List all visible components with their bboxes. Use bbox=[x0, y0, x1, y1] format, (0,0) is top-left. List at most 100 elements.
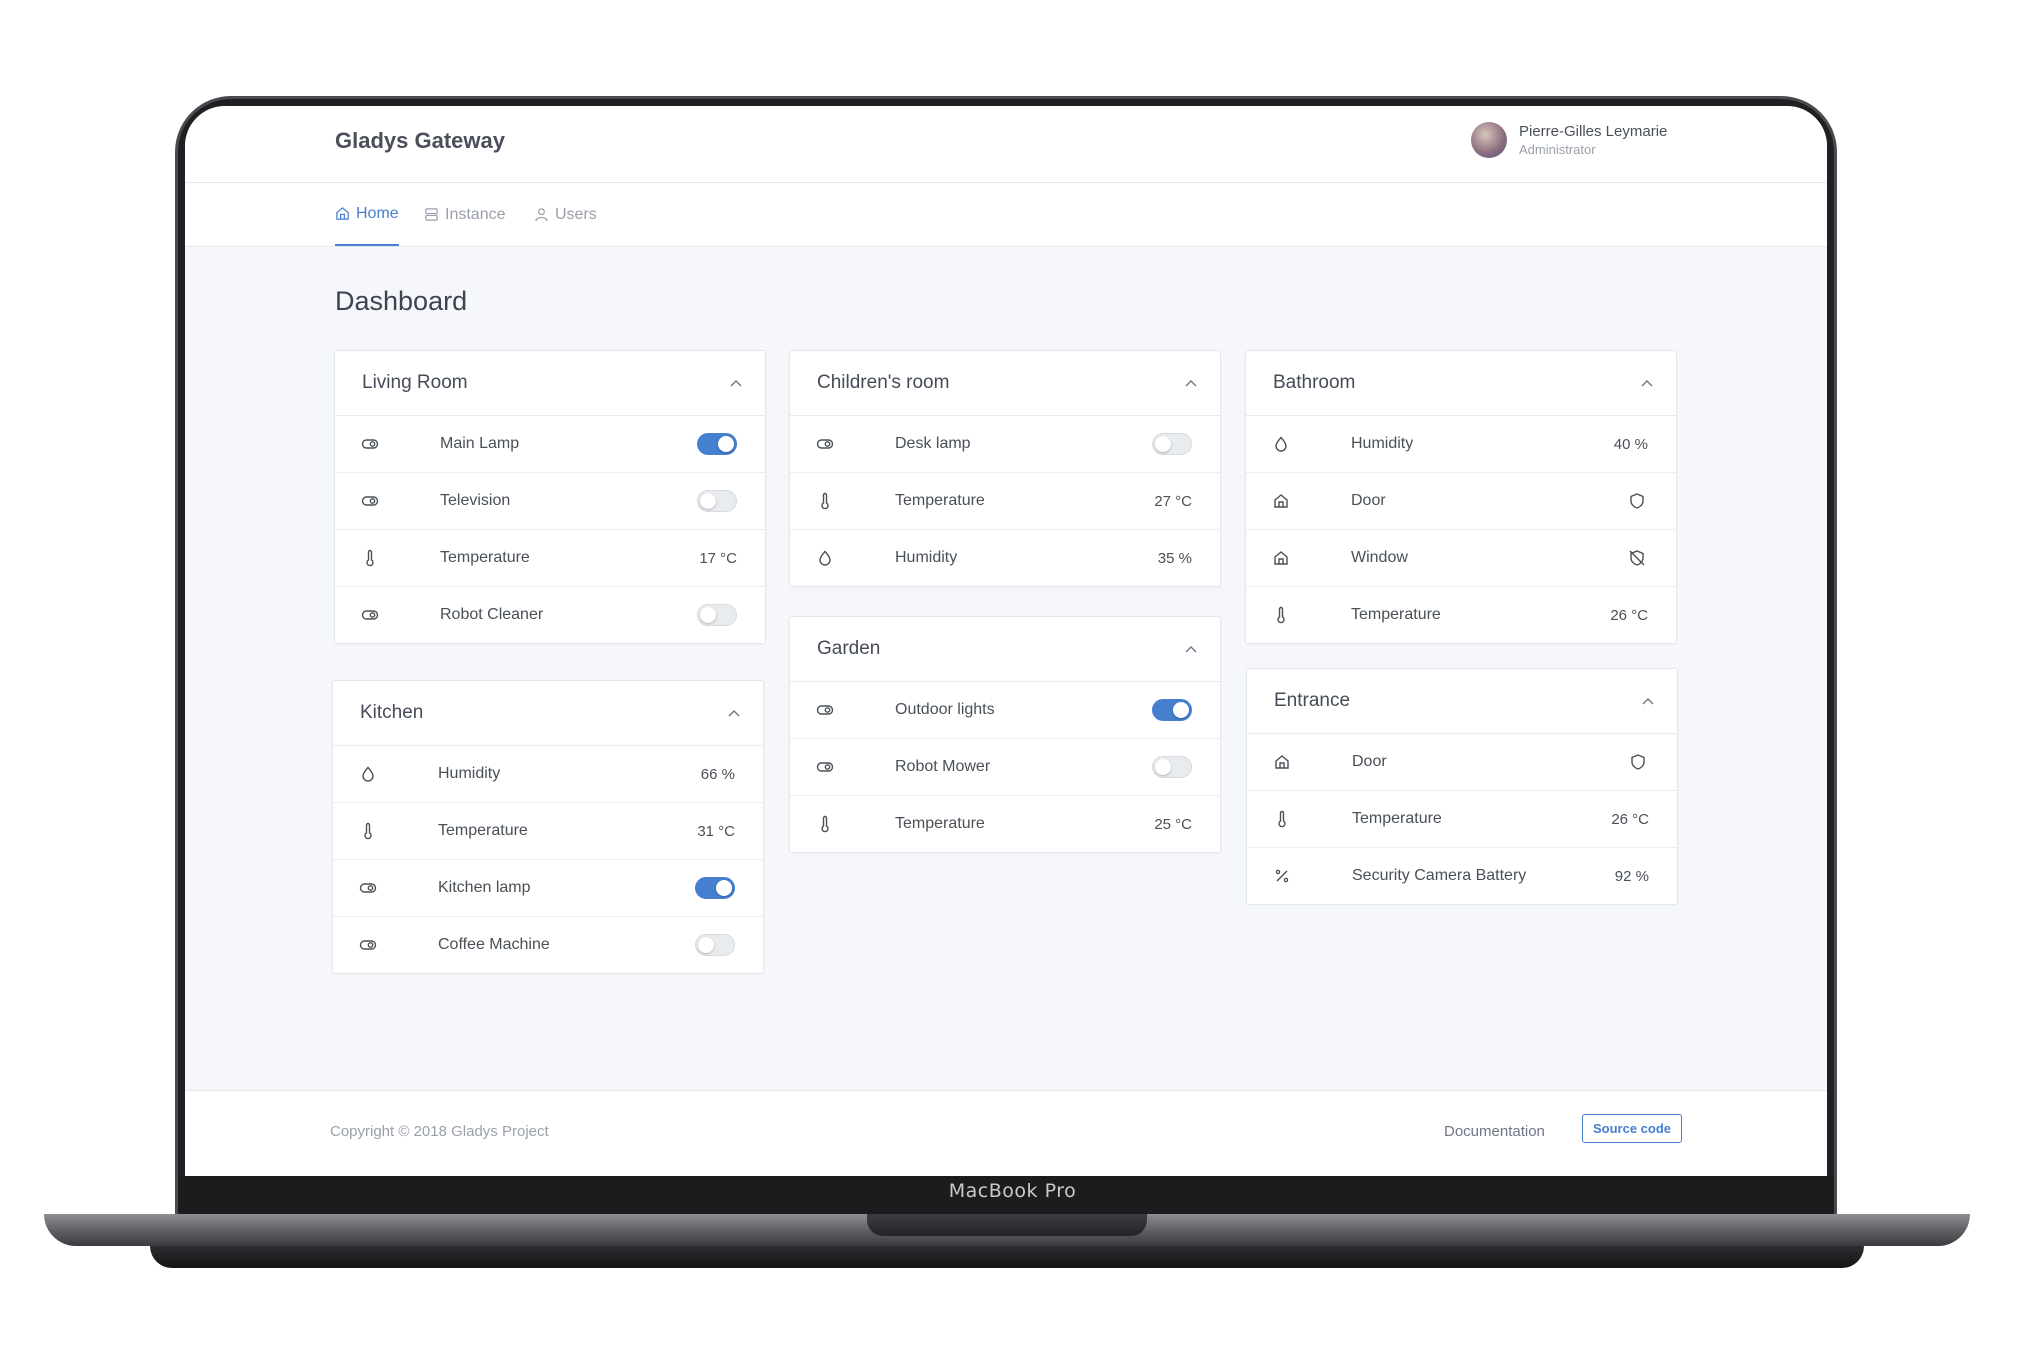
sensor-value: 26 °C bbox=[1611, 810, 1649, 828]
page-title: Dashboard bbox=[335, 286, 468, 316]
switch-knob bbox=[718, 436, 734, 452]
thermometer-icon bbox=[821, 492, 829, 510]
device-switch[interactable] bbox=[697, 490, 737, 512]
shield-icon bbox=[1631, 754, 1645, 770]
card-header[interactable]: Bathroom bbox=[1246, 351, 1676, 416]
brand-title[interactable]: Gladys Gateway bbox=[335, 128, 505, 154]
card-garden: Garden Outdoor lights Robot Mower Temperatu… bbox=[789, 616, 1221, 853]
footer: Copyright © 2018 Gladys Project Document… bbox=[185, 1090, 1827, 1176]
device-row: Temperature 26 °C bbox=[1247, 791, 1677, 848]
device-label: Humidity bbox=[438, 765, 501, 782]
card-living-room: Living Room Main Lamp Television Temperatur… bbox=[334, 350, 766, 644]
chevron-up-icon[interactable] bbox=[727, 708, 741, 718]
chevron-up-icon[interactable] bbox=[1640, 378, 1654, 388]
device-row: Temperature 17 °C bbox=[335, 530, 765, 587]
card-header[interactable]: Children's room bbox=[790, 351, 1220, 416]
device-row: Temperature 26 °C bbox=[1246, 587, 1676, 643]
card-header[interactable]: Living Room bbox=[335, 351, 765, 416]
tab-instance-label: Instance bbox=[445, 205, 506, 223]
card-entrance: Entrance Door Temperature 26 °C Security Cam… bbox=[1246, 668, 1678, 905]
thermometer-icon bbox=[364, 822, 372, 840]
card-header[interactable]: Garden bbox=[790, 617, 1220, 682]
thermometer-icon bbox=[1277, 606, 1285, 624]
toggle-icon bbox=[361, 439, 379, 449]
device-label: Main Lamp bbox=[440, 435, 520, 452]
card-title: Entrance bbox=[1274, 690, 1351, 711]
device-label: Temperature bbox=[895, 492, 985, 509]
device-row: Robot Mower bbox=[790, 739, 1220, 796]
chevron-up-icon[interactable] bbox=[1184, 644, 1198, 654]
device-label: Humidity bbox=[1351, 435, 1414, 452]
home-icon bbox=[1274, 494, 1288, 508]
sensor-value: 92 % bbox=[1614, 867, 1649, 885]
device-row: Temperature 27 °C bbox=[790, 473, 1220, 530]
card-header[interactable]: Entrance bbox=[1247, 669, 1677, 734]
chevron-up-icon[interactable] bbox=[1641, 696, 1655, 706]
chevron-up-icon[interactable] bbox=[1184, 378, 1198, 388]
card-childrens-room: Children's room Desk lamp Temperature 27 °C… bbox=[789, 350, 1221, 587]
card-title: Children's room bbox=[817, 372, 950, 393]
switch-knob bbox=[716, 880, 732, 896]
device-switch[interactable] bbox=[697, 604, 737, 626]
sensor-value: 17 °C bbox=[699, 549, 737, 567]
switch-knob bbox=[1155, 759, 1171, 775]
device-switch[interactable] bbox=[695, 934, 735, 956]
device-switch[interactable] bbox=[1152, 433, 1192, 455]
card-header[interactable]: Kitchen bbox=[333, 681, 763, 746]
device-switch[interactable] bbox=[695, 877, 735, 899]
avatar[interactable] bbox=[1471, 122, 1507, 158]
sensor-value: 27 °C bbox=[1154, 492, 1192, 510]
toggle-icon bbox=[816, 439, 834, 449]
card-bathroom: Bathroom Humidity 40 % Door Window Temperatur… bbox=[1245, 350, 1677, 644]
sensor-value: 66 % bbox=[700, 765, 735, 783]
tab-users[interactable]: Users bbox=[534, 183, 597, 246]
device-row: Door bbox=[1247, 734, 1677, 791]
card-title: Garden bbox=[817, 638, 881, 659]
tab-users-label: Users bbox=[555, 205, 597, 223]
device-switch[interactable] bbox=[697, 433, 737, 455]
device-label: Door bbox=[1352, 753, 1387, 770]
laptop-base-shadow bbox=[150, 1246, 1864, 1268]
source-code-button[interactable]: Source code bbox=[1582, 1114, 1683, 1143]
card-kitchen: Kitchen Humidity 66 % Temperature 31 °C Kitch… bbox=[332, 680, 764, 974]
device-row: Security Camera Battery 92 % bbox=[1247, 848, 1677, 904]
sensor-value: 40 % bbox=[1613, 435, 1648, 453]
switch-knob bbox=[1173, 702, 1189, 718]
user-role: Administrator bbox=[1519, 142, 1596, 157]
toggle-icon bbox=[816, 705, 834, 715]
device-row: Temperature 31 °C bbox=[333, 803, 763, 860]
device-row: Door bbox=[1246, 473, 1676, 530]
device-row: Kitchen lamp bbox=[333, 860, 763, 917]
device-row: Temperature 25 °C bbox=[790, 796, 1220, 852]
device-row: Humidity 40 % bbox=[1246, 416, 1676, 473]
device-label: MacBook Pro bbox=[948, 1180, 1077, 1202]
home-icon bbox=[1274, 551, 1288, 565]
chevron-up-icon[interactable] bbox=[729, 378, 743, 388]
screen: Gladys Gateway Pierre-Gilles Leymarie Ad… bbox=[185, 106, 1827, 1176]
device-label: Television bbox=[440, 492, 511, 509]
switch-knob bbox=[700, 607, 716, 623]
thermometer-icon bbox=[821, 815, 829, 833]
device-label: Security Camera Battery bbox=[1352, 867, 1527, 884]
toggle-icon bbox=[361, 496, 379, 506]
device-row: Robot Cleaner bbox=[335, 587, 765, 643]
device-row: Desk lamp bbox=[790, 416, 1220, 473]
device-row: Humidity 35 % bbox=[790, 530, 1220, 586]
toggle-icon bbox=[816, 762, 834, 772]
device-row: Main Lamp bbox=[335, 416, 765, 473]
device-switch[interactable] bbox=[1152, 699, 1192, 721]
device-row: Humidity 66 % bbox=[333, 746, 763, 803]
user-menu[interactable]: Pierre-Gilles Leymarie Administrator bbox=[1471, 122, 1667, 158]
home-icon bbox=[1275, 755, 1289, 769]
tab-home[interactable]: Home bbox=[335, 183, 399, 246]
documentation-link[interactable]: Documentation bbox=[1444, 1123, 1545, 1140]
device-label: Temperature bbox=[440, 549, 530, 566]
thermometer-icon bbox=[1278, 810, 1286, 828]
shield-icon bbox=[1630, 493, 1644, 509]
toggle-icon bbox=[359, 883, 377, 893]
toggle-icon bbox=[359, 940, 377, 950]
device-switch[interactable] bbox=[1152, 756, 1192, 778]
device-label: Temperature bbox=[438, 822, 528, 839]
tab-instance[interactable]: Instance bbox=[424, 183, 505, 246]
top-header: Gladys Gateway Pierre-Gilles Leymarie Ad… bbox=[185, 106, 1827, 183]
